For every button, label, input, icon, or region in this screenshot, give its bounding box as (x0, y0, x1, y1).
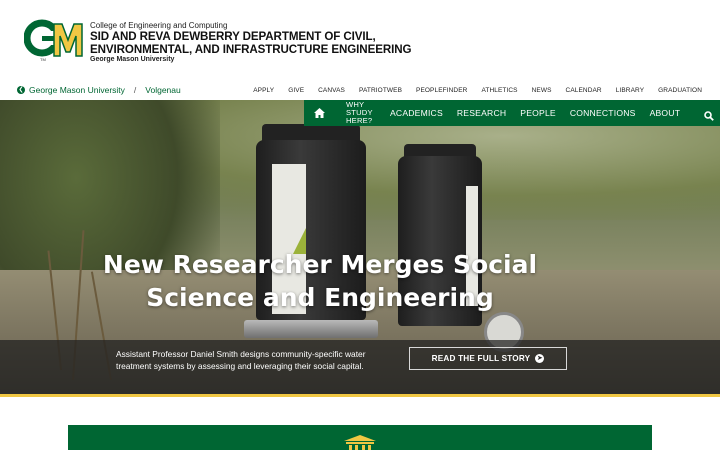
read-full-story-button[interactable]: READ THE FULL STORY ➤ (409, 347, 567, 370)
department-title-line2: ENVIRONMENTAL, AND INFRASTRUCTURE ENGINE… (90, 42, 412, 56)
gmu-logo[interactable] (23, 16, 84, 64)
nav-why-line3: HERE? (346, 116, 373, 125)
utility-bar: ❮ George Mason University / Volgenau APP… (0, 80, 720, 100)
hero-title-line2: Science and Engineering (146, 283, 494, 312)
utility-link-graduation[interactable]: GRADUATION (658, 87, 702, 94)
site-header: TM College of Engineering and Computing … (0, 0, 720, 80)
nav-research[interactable]: RESEARCH (457, 108, 506, 118)
main-nav: WHY STUDY HERE? ACADEMICS RESEARCH PEOPL… (304, 100, 720, 126)
breadcrumb-separator: / (133, 85, 137, 95)
arrow-circle-right-icon: ➤ (535, 354, 545, 363)
utility-link-canvas[interactable]: CANVAS (318, 87, 345, 94)
home-icon[interactable] (308, 100, 332, 126)
utility-links: APPLY GIVE CANVAS PATRIOTWEB PEOPLEFINDE… (239, 87, 702, 94)
hero-divider (0, 394, 720, 397)
nav-people[interactable]: PEOPLE (520, 108, 556, 118)
utility-link-peoplefinder[interactable]: PEOPLEFINDER (416, 87, 467, 94)
hero-description: Assistant Professor Daniel Smith designs… (116, 349, 366, 371)
breadcrumb: ❮ George Mason University / Volgenau (17, 85, 181, 95)
utility-link-library[interactable]: LIBRARY (616, 87, 644, 94)
university-name: George Mason University (90, 56, 175, 63)
nav-academics[interactable]: ACADEMICS (390, 108, 443, 118)
filter-clamp-left (244, 320, 378, 338)
hero-title[interactable]: New Researcher Merges Social Science and… (0, 248, 640, 314)
utility-link-athletics[interactable]: ATHLETICS (481, 87, 517, 94)
utility-link-give[interactable]: GIVE (288, 87, 304, 94)
college-name: College of Engineering and Computing (90, 21, 228, 30)
utility-link-calendar[interactable]: CALENDAR (566, 87, 602, 94)
department-title-line1: SID AND REVA DEWBERRY DEPARTMENT OF CIVI… (90, 30, 376, 43)
breadcrumb-volgenau-link[interactable]: Volgenau (145, 85, 180, 95)
department-title[interactable]: SID AND REVA DEWBERRY DEPARTMENT OF CIVI… (90, 30, 412, 56)
nav-why-study-here[interactable]: WHY STUDY HERE? (346, 101, 376, 125)
utility-link-patriotweb[interactable]: PATRIOTWEB (359, 87, 402, 94)
hero-banner: New Researcher Merges Social Science and… (0, 100, 720, 394)
read-full-story-label: READ THE FULL STORY (431, 354, 531, 363)
nav-about[interactable]: ABOUT (650, 108, 681, 118)
trademark: TM (40, 57, 46, 62)
utility-link-apply[interactable]: APPLY (253, 87, 274, 94)
nav-connections[interactable]: CONNECTIONS (570, 108, 636, 118)
breadcrumb-gmu-link[interactable]: George Mason University (29, 85, 125, 95)
hero-title-line1: New Researcher Merges Social (102, 250, 538, 279)
chevron-left-icon: ❮ (17, 86, 25, 94)
search-icon[interactable] (704, 108, 714, 126)
building-icon (342, 434, 378, 450)
utility-link-news[interactable]: NEWS (532, 87, 552, 94)
